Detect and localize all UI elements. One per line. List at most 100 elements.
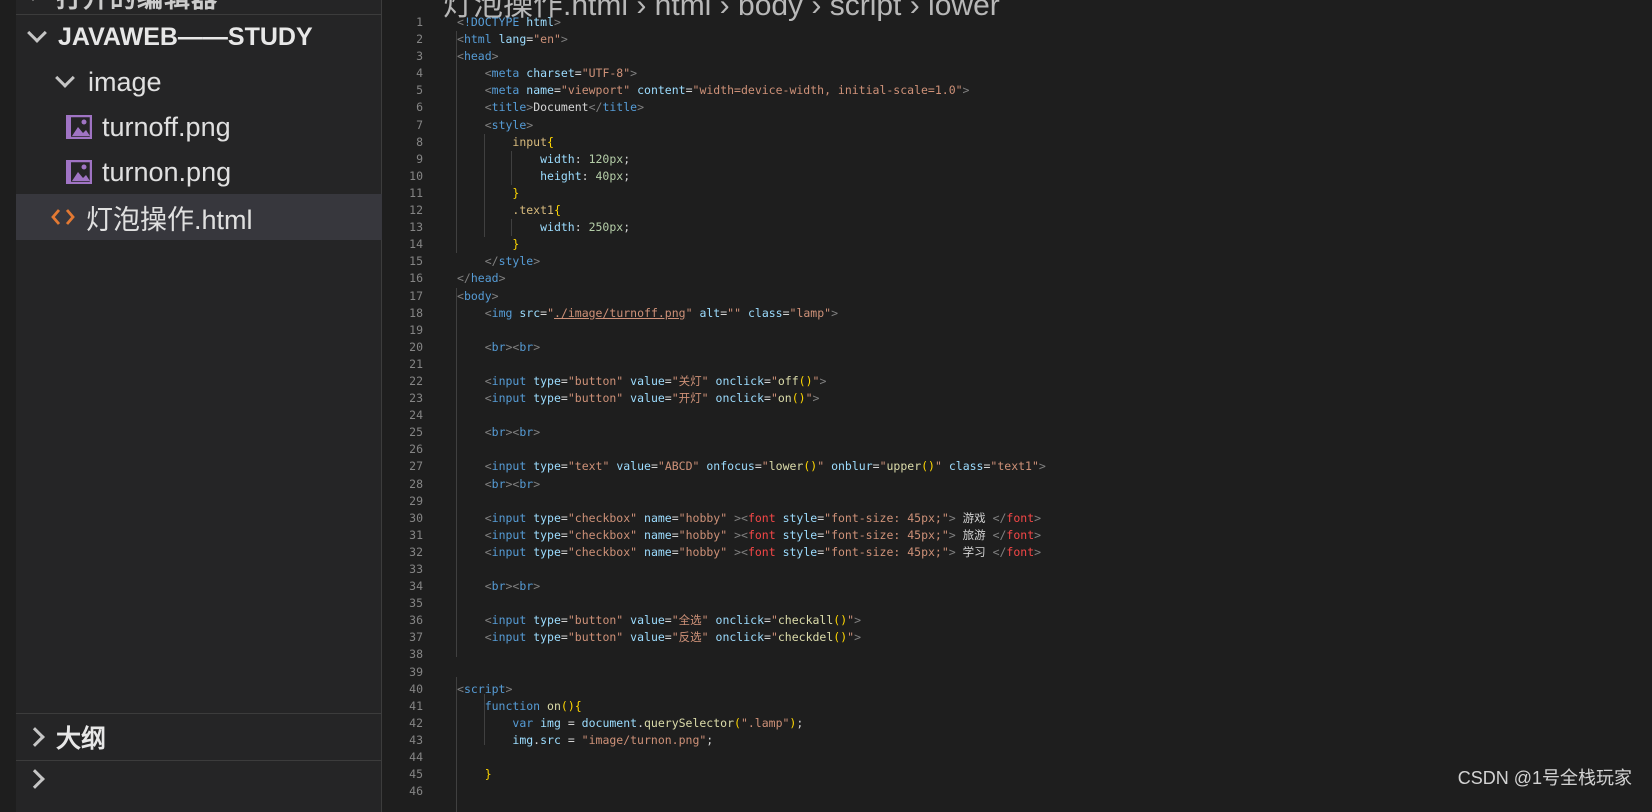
code-line[interactable]: <input type="text" value="ABCD" onfocus=…: [457, 458, 1046, 475]
code-line[interactable]: <head>: [457, 48, 1046, 65]
folder-image-row[interactable]: image: [16, 59, 382, 105]
code-token: 250px: [588, 220, 624, 235]
code-token: >: [948, 527, 956, 542]
line-number: 11: [409, 185, 423, 200]
file-active-row[interactable]: 灯泡操作.html: [16, 194, 382, 240]
code-token: <: [484, 476, 492, 491]
code-token: "font-size: 45px;": [824, 527, 949, 542]
code-line[interactable]: [457, 322, 1046, 339]
code-token: </: [992, 510, 1007, 525]
code-line[interactable]: <title>Document</title>: [457, 99, 1046, 116]
code-token: ": [770, 373, 778, 388]
code-token: Document: [533, 100, 589, 115]
code-line[interactable]: <br><br>: [457, 424, 1046, 441]
code-token: =: [664, 613, 672, 628]
code-line[interactable]: [457, 561, 1046, 578]
code-line[interactable]: <input type="button" value="反选" onclick=…: [457, 629, 1046, 646]
code-token: meta: [491, 66, 520, 81]
code-token: "en": [533, 32, 561, 47]
code-line[interactable]: <!DOCTYPE html>: [457, 14, 1046, 31]
code-token: >: [533, 476, 541, 491]
code-line[interactable]: <input type="checkbox" name="hobby" ><fo…: [457, 510, 1046, 527]
line-number-gutter: 1 2 3 4 5 6 7 8 9 10 11 12 13 14 15 16 17 18 19 20 21 22 23 24 2…: [383, 14, 423, 800]
code-token: ><: [505, 339, 520, 354]
code-line[interactable]: </head>: [457, 270, 1046, 287]
code-line[interactable]: <style>: [457, 117, 1046, 134]
code-token: <: [484, 117, 492, 132]
code-line[interactable]: <input type="checkbox" name="hobby" ><fo…: [457, 544, 1046, 561]
code-token: "image/turnon.png": [581, 732, 707, 747]
code-line[interactable]: <br><br>: [457, 476, 1046, 493]
code-token: =: [560, 544, 568, 559]
code-line[interactable]: width: 250px;: [457, 219, 1046, 236]
code-line[interactable]: <body>: [457, 288, 1046, 305]
code-token: font: [1006, 527, 1035, 542]
code-area[interactable]: <!DOCTYPE html> <html lang="en"> <head> <m…: [457, 14, 1046, 800]
code-line[interactable]: [457, 646, 1046, 663]
code-token: function: [484, 698, 541, 713]
indent-guide: [456, 31, 457, 253]
code-token: style: [782, 544, 818, 559]
code-line[interactable]: var img = document.querySelector(".lamp"…: [457, 715, 1046, 732]
code-token: "text": [567, 459, 610, 474]
file-turnon-row[interactable]: turnon.png: [16, 149, 382, 195]
code-line[interactable]: [457, 441, 1046, 458]
code-line[interactable]: [457, 595, 1046, 612]
code-line[interactable]: [457, 407, 1046, 424]
code-line[interactable]: }: [457, 236, 1046, 253]
code-line[interactable]: <input type="button" value="关灯" onclick=…: [457, 373, 1046, 390]
code-token: ;: [623, 151, 631, 166]
outline-section-header[interactable]: 大纲: [16, 714, 382, 760]
code-line[interactable]: <meta charset="UTF-8">: [457, 65, 1046, 82]
code-line[interactable]: <input type="button" value="全选" onclick=…: [457, 612, 1046, 629]
code-line[interactable]: [457, 664, 1046, 681]
code-line[interactable]: }: [457, 766, 1046, 783]
code-line[interactable]: <br><br>: [457, 578, 1046, 595]
code-token: =: [754, 459, 762, 474]
code-token: }: [484, 767, 492, 782]
code-line[interactable]: <meta name="viewport" content="width=dev…: [457, 82, 1046, 99]
code-line[interactable]: input{: [457, 134, 1046, 151]
line-number: 15: [409, 254, 423, 269]
code-token: </: [457, 271, 471, 286]
code-line[interactable]: height: 40px;: [457, 168, 1046, 185]
code-token: br: [519, 579, 534, 594]
code-editor[interactable]: 灯泡操作.html › html › body › script › lower…: [383, 0, 1652, 812]
code-line[interactable]: width: 120px;: [457, 151, 1046, 168]
code-line[interactable]: <br><br>: [457, 339, 1046, 356]
code-token: >: [533, 339, 541, 354]
code-line[interactable]: function on(){: [457, 698, 1046, 715]
code-line[interactable]: [457, 356, 1046, 373]
code-line[interactable]: [457, 493, 1046, 510]
code-token: =: [764, 613, 771, 628]
code-line[interactable]: </style>: [457, 253, 1046, 270]
line-number: 46: [409, 784, 423, 799]
line-number: 26: [409, 442, 423, 457]
open-editors-header[interactable]: 打开的编辑器: [16, 0, 356, 14]
code-line[interactable]: img.src = "image/turnon.png";: [457, 732, 1046, 749]
root-folder-label: JAVAWEB——STUDY: [58, 22, 313, 51]
code-line[interactable]: .text1{: [457, 202, 1046, 219]
code-line[interactable]: [457, 783, 1046, 800]
code-token: input: [491, 459, 527, 474]
code-line[interactable]: <html lang="en">: [457, 31, 1046, 48]
code-token: </: [484, 254, 499, 269]
folder-root-row[interactable]: JAVAWEB——STUDY: [16, 14, 382, 60]
code-line[interactable]: <input type="button" value="开灯" onclick=…: [457, 390, 1046, 407]
code-token: name: [644, 544, 672, 559]
code-line[interactable]: }: [457, 185, 1046, 202]
code-line[interactable]: <img src="./image/turnoff.png" alt="" cl…: [457, 305, 1046, 322]
code-line[interactable]: <input type="checkbox" name="hobby" ><fo…: [457, 527, 1046, 544]
code-line[interactable]: [457, 749, 1046, 766]
line-number: 39: [409, 664, 423, 679]
code-token: <: [484, 613, 492, 628]
code-token: >: [812, 391, 820, 406]
code-line[interactable]: <script>: [457, 681, 1046, 698]
file-turnoff-row[interactable]: turnoff.png: [16, 104, 382, 150]
code-token: onclick: [715, 373, 764, 388]
